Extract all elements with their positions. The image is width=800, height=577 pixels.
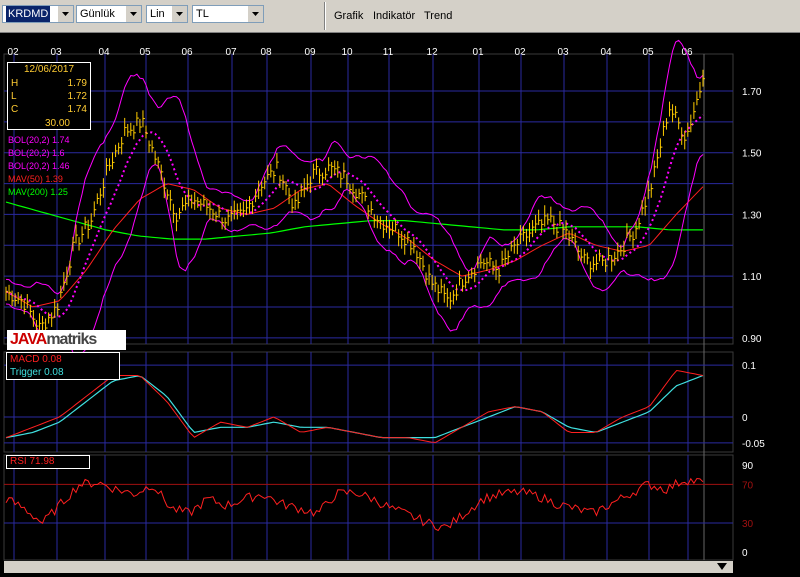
scale-select[interactable]: Lin — [146, 5, 188, 23]
month-label: 01 — [472, 47, 484, 58]
symbol-select[interactable]: KRDMD — [2, 5, 74, 23]
rsi-y-tick-label: 70 — [742, 480, 754, 491]
menu-grafik[interactable]: Grafik — [334, 10, 363, 22]
month-label: 05 — [642, 47, 654, 58]
rsi-y-tick-label: 30 — [742, 519, 754, 530]
month-label: 04 — [98, 47, 110, 58]
month-label: 03 — [557, 47, 569, 58]
info-low-key: L — [11, 91, 17, 102]
chart-canvas[interactable]: 02 03 04 05 06 07 08 09 10 11 12 01 02 03 04 05 06 1.70 1.… — [0, 33, 800, 577]
info-high: 1.79 — [67, 78, 87, 89]
trigger-line — [5, 374, 704, 439]
toolbar: KRDMD Günlük Lin TL Grafik Indikatör Tre… — [0, 0, 800, 33]
info-close: 1.74 — [67, 104, 87, 115]
y-tick-label: 1.10 — [742, 272, 762, 283]
period-select[interactable]: Günlük — [76, 5, 142, 23]
macd-y-tick-label: 0.1 — [742, 361, 756, 372]
chevron-down-icon[interactable] — [57, 6, 73, 22]
y-tick-label: 1.30 — [742, 210, 762, 221]
currency-select-value: TL — [196, 8, 209, 20]
legend-bol-lower: BOL(20,2) 1.46 — [8, 161, 70, 171]
info-low: 1.72 — [67, 91, 87, 102]
trigger-legend: Trigger 0.08 — [10, 367, 64, 378]
bollinger-middle-line — [5, 114, 704, 318]
month-label: 04 — [600, 47, 612, 58]
bollinger-lower-line — [5, 154, 704, 358]
month-label: 11 — [383, 47, 394, 58]
month-label: 06 — [681, 47, 693, 58]
month-label: 08 — [260, 47, 272, 58]
panel-frame-2 — [3, 454, 734, 561]
legend-bol-upper: BOL(20,2) 1.74 — [8, 135, 70, 145]
info-high-key: H — [11, 78, 19, 89]
legend-mav50: MAV(50) 1.39 — [8, 174, 63, 184]
month-label: 02 — [7, 47, 19, 58]
legend-bol-mid: BOL(20,2) 1.6 — [8, 148, 65, 158]
y-tick-label: 0.90 — [742, 334, 762, 345]
rsi-legend: RSI 71.98 — [10, 456, 55, 467]
symbol-select-value: KRDMD — [6, 6, 51, 22]
month-label: 05 — [139, 47, 151, 58]
legend-mav200: MAV(200) 1.25 — [8, 187, 68, 197]
month-label: 03 — [50, 47, 62, 58]
rsi-legend-box: RSI 71.98 — [6, 455, 90, 469]
y-tick-label: 1.50 — [742, 149, 762, 160]
javamatriks-logo: JAVAmatriks — [7, 330, 126, 350]
rsi-y-tick-label: 0 — [742, 548, 748, 559]
y-tick-label: 1.70 — [742, 87, 762, 98]
macd-y-tick-label: -0.05 — [742, 439, 765, 450]
month-label: 12 — [426, 47, 438, 58]
macd-legend-box: MACD 0.08 Trigger 0.08 — [6, 352, 120, 380]
logo-java: JAVA — [10, 331, 47, 348]
currency-select[interactable]: TL — [192, 5, 264, 23]
logo-rest: matriks — [46, 331, 97, 348]
month-label: 07 — [225, 47, 237, 58]
chevron-down-icon[interactable] — [171, 6, 187, 22]
chevron-down-icon[interactable] — [125, 6, 141, 22]
info-close-key: C — [11, 104, 19, 115]
scale-select-value: Lin — [150, 8, 165, 20]
period-select-value: Günlük — [80, 8, 115, 20]
month-label: 02 — [514, 47, 526, 58]
macd-legend: MACD 0.08 — [10, 354, 62, 365]
rsi-y-tick-label: 90 — [742, 461, 754, 472]
info-volume: 30.00 — [44, 118, 70, 129]
horizontal-scrollbar[interactable] — [4, 561, 733, 573]
info-date: 12/06/2017 — [23, 64, 75, 75]
macd-y-tick-label: 0 — [742, 413, 748, 424]
month-label: 09 — [304, 47, 316, 58]
chevron-down-icon[interactable] — [247, 6, 263, 22]
menu-trend[interactable]: Trend — [424, 10, 452, 22]
ohlc-info-box: 12/06/2017 H 1.79 L 1.72 C 1.74 30.00 — [7, 62, 91, 130]
toolbar-separator — [324, 2, 326, 30]
menu-indikator[interactable]: Indikatör — [373, 10, 415, 22]
bollinger-upper-line — [5, 39, 704, 295]
month-label: 10 — [341, 47, 353, 58]
month-label: 06 — [181, 47, 193, 58]
